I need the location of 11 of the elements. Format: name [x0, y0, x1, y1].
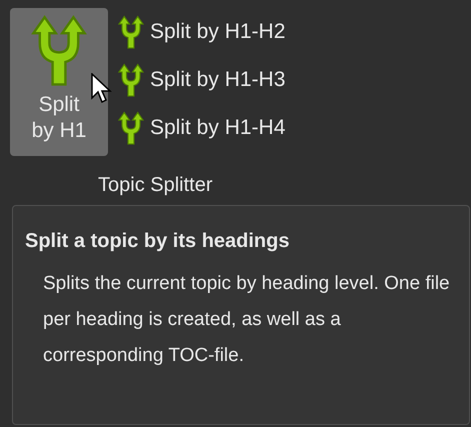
group-label: Topic Splitter: [98, 173, 212, 198]
mouse-cursor-icon: [91, 73, 113, 105]
tooltip-title: Split a topic by its headings: [25, 229, 290, 254]
split-arrows-icon: [116, 62, 146, 98]
split-menu-button[interactable]: Split by H1-H3: [116, 60, 286, 100]
split-arrows-icon: [116, 14, 146, 50]
split-button[interactable]: Split by H1: [10, 8, 108, 156]
tooltip-description: Splits the current topic by heading level. One file per heading is created, as well as a corresponding TOC-file.: [42, 272, 451, 368]
split-menu-button[interactable]: Split by H1-H2: [116, 12, 286, 52]
split-arrows-icon: [116, 110, 146, 146]
split-menu-button[interactable]: Split by H1-H4: [116, 108, 286, 148]
